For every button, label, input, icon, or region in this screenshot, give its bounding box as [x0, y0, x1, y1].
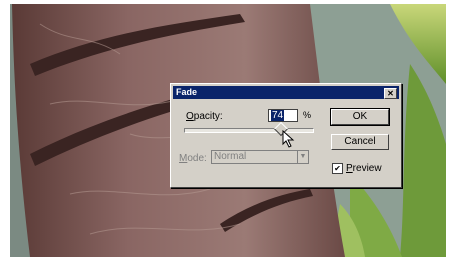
close-icon: ✕	[387, 89, 394, 98]
opacity-input[interactable]: 74	[268, 109, 298, 122]
preview-option[interactable]: ✔ Preview	[332, 163, 382, 174]
chevron-down-icon[interactable]: ▼	[297, 151, 308, 163]
opacity-value: 74	[271, 110, 285, 121]
pointer-cursor-icon	[282, 130, 295, 148]
preview-checkbox[interactable]: ✔	[332, 163, 343, 174]
opacity-unit: %	[303, 110, 312, 120]
opacity-label: Opacity:	[186, 111, 223, 122]
mode-label: Mode:	[179, 153, 207, 164]
close-button[interactable]: ✕	[384, 88, 397, 99]
dialog-title: Fade	[176, 87, 198, 97]
fade-dialog: Fade ✕ Opacity: 74 % Mode: Normal ▼ OK C…	[170, 83, 402, 188]
dialog-titlebar[interactable]: Fade ✕	[173, 86, 399, 99]
mode-select[interactable]: Normal ▼	[211, 150, 309, 164]
ok-button[interactable]: OK	[330, 108, 390, 126]
preview-label: Preview	[346, 163, 382, 175]
mode-value: Normal	[214, 151, 247, 162]
cancel-button[interactable]: Cancel	[331, 134, 389, 150]
